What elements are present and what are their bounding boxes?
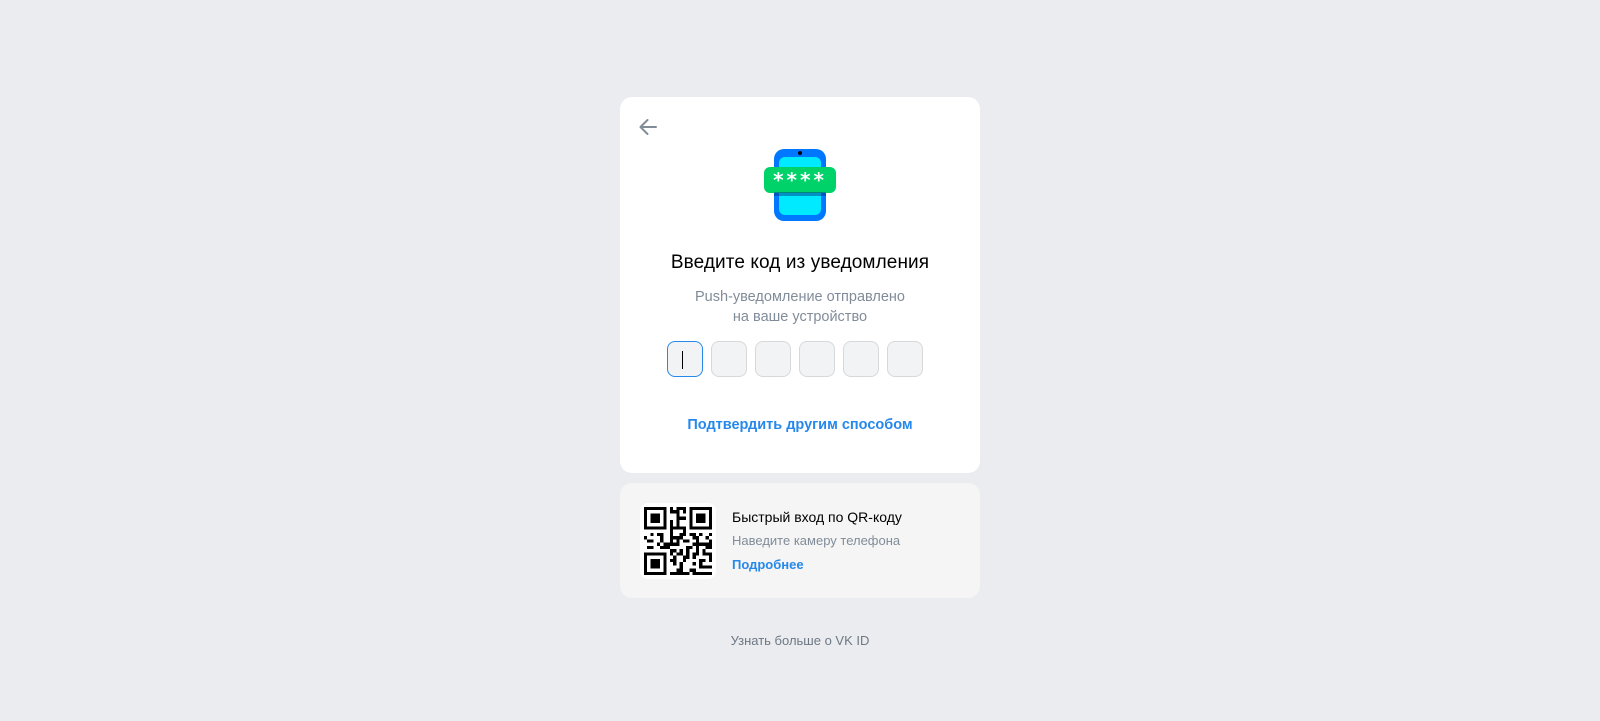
code-digit-1[interactable]: [667, 341, 703, 377]
auth-card: **** Введите код из уведомления Push-уве…: [620, 97, 980, 473]
qr-code-icon: [640, 503, 716, 579]
code-digit-4[interactable]: [799, 341, 835, 377]
subtitle: Push-уведомление отправлено на ваше устр…: [620, 287, 980, 327]
code-input-group: [667, 341, 933, 377]
code-digit-3[interactable]: [755, 341, 791, 377]
password-mask: ****: [773, 168, 827, 192]
subtitle-line-2: на ваше устройство: [732, 309, 868, 325]
code-digit-2[interactable]: [711, 341, 747, 377]
code-digit-6[interactable]: [887, 341, 923, 377]
code-digit-5[interactable]: [843, 341, 879, 377]
qr-subtitle: Наведите камеру телефона: [732, 533, 901, 548]
phone-password-icon: ****: [764, 149, 836, 221]
learn-more-vkid-link[interactable]: Узнать больше о VK ID: [620, 633, 980, 648]
qr-title: Быстрый вход по QR-коду: [732, 509, 902, 525]
page: **** Введите код из уведомления Push-уве…: [0, 0, 1600, 721]
confirm-other-way-link[interactable]: Подтвердить другим способом: [620, 417, 980, 433]
qr-login-card[interactable]: Быстрый вход по QR-коду Наведите камеру …: [620, 483, 980, 598]
page-title: Введите код из уведомления: [670, 252, 930, 273]
back-button[interactable]: [632, 111, 664, 143]
arrow-left-icon: [639, 119, 657, 135]
qr-more-link[interactable]: Подробнее: [732, 557, 804, 572]
subtitle-line-1: Push-уведомление отправлено: [695, 289, 905, 305]
